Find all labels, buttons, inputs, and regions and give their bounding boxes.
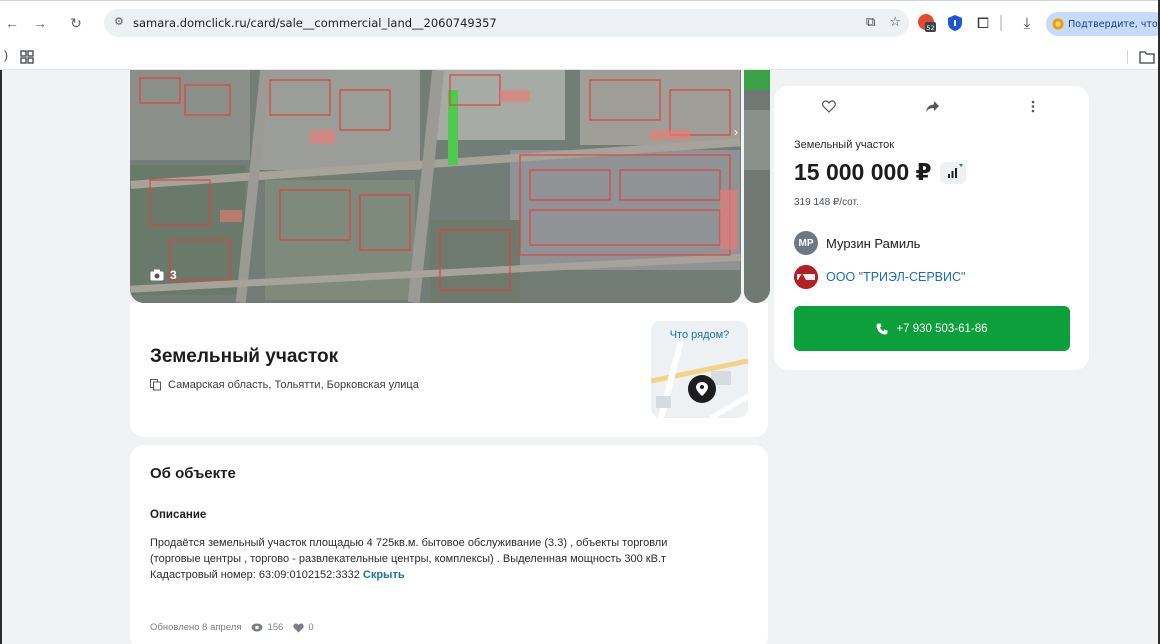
profile-avatar-icon <box>1052 18 1064 30</box>
hide-description-link[interactable]: Скрыть <box>363 569 405 581</box>
listing-stats: Обновлено 8 апреля 156 0 <box>150 622 314 633</box>
nearby-label[interactable]: Что рядом? <box>651 329 748 341</box>
share-icon[interactable] <box>926 101 939 112</box>
profile-confirm-chip[interactable]: Подтвердите, что э <box>1046 12 1160 36</box>
agent-row[interactable]: МР Мурзин Рамиль <box>794 231 920 255</box>
copy-icon[interactable] <box>150 379 162 391</box>
chevron-right-icon[interactable]: › <box>734 125 750 145</box>
browser-toolbar: ← → ↻ ⚙ samara.domclick.ru/card/sale__co… <box>0 0 1160 44</box>
phone-icon <box>876 323 888 334</box>
camera-icon <box>150 269 164 281</box>
nearby-map-button[interactable]: Что рядом? <box>651 321 748 418</box>
confirm-text: Подтвердите, что э <box>1068 18 1160 30</box>
back-icon[interactable]: ← <box>2 13 22 33</box>
bookmarks-bar: ) <box>0 44 1160 70</box>
url-text[interactable]: samara.domclick.ru/card/sale__commercial… <box>133 16 497 30</box>
photo-count: 3 <box>170 268 177 282</box>
address-text: Самарская область, Тольятти, Борковская … <box>168 379 419 391</box>
price-per-unit: 319 148 ₽/сот. <box>794 197 859 208</box>
updated-date: Обновлено 8 апреля <box>150 622 242 633</box>
views-count: 156 <box>267 622 284 633</box>
call-button[interactable]: +7 930 503-61-86 <box>794 306 1070 351</box>
likes-count: 0 <box>308 622 314 633</box>
property-type: Земельный участок <box>794 139 895 151</box>
price-contact-card: Земельный участок 15 000 000 ₽ 319 148 ₽… <box>774 86 1089 370</box>
extension-icon[interactable]: 52 <box>916 12 938 34</box>
price: 15 000 000 ₽ <box>794 159 966 186</box>
satellite-map-photo[interactable] <box>130 70 741 303</box>
toolbar-divider <box>1000 15 1002 31</box>
more-options-icon[interactable] <box>1031 100 1035 113</box>
about-title: Об объекте <box>150 465 236 482</box>
forward-icon[interactable]: → <box>30 13 50 33</box>
company-logo-icon <box>794 265 818 289</box>
reload-icon[interactable]: ↻ <box>66 13 86 33</box>
address: Самарская область, Тольятти, Борковская … <box>150 379 419 391</box>
cadastral-number: Кадастровый номер: 63:09:0102152:3332 <box>150 569 360 581</box>
window-frame-left <box>0 0 2 644</box>
extension-badge: 52 <box>926 24 934 32</box>
agent-name[interactable]: Мурзин Рамиль <box>826 236 920 251</box>
description-text: Продаётся земельный участок площадью 4 7… <box>150 535 750 583</box>
photo-counter: 3 <box>150 268 177 282</box>
description-title: Описание <box>150 509 207 521</box>
phone-number[interactable]: +7 930 503-61-86 <box>896 323 987 335</box>
description-line: Продаётся земельный участок площадью 4 7… <box>150 537 668 549</box>
favorite-heart-icon[interactable] <box>822 100 836 113</box>
cast-icon[interactable]: ⧉ <box>866 14 875 30</box>
avatar: МР <box>794 231 818 255</box>
apps-grid-icon[interactable] <box>20 50 34 64</box>
price-history-button[interactable] <box>939 161 966 184</box>
description-line: (торговые центры , торгово - развлекател… <box>150 553 667 565</box>
company-name[interactable]: ООО "ТРИЭЛ-СЕРВИС" <box>826 270 965 284</box>
next-photo-preview[interactable] <box>744 70 770 303</box>
price-chart-icon <box>947 163 963 178</box>
price-value: 15 000 000 ₽ <box>794 159 932 185</box>
extensions-puzzle-icon[interactable]: ⧠ <box>972 12 994 34</box>
shield-icon[interactable] <box>944 12 966 34</box>
photo-gallery[interactable] <box>130 70 770 303</box>
address-bar[interactable]: ⚙ samara.domclick.ru/card/sale__commerci… <box>104 9 909 37</box>
heart-icon <box>293 623 304 632</box>
left-edge-text: ) <box>4 48 8 62</box>
listing-title-card: Земельный участок Самарская область, Тол… <box>130 303 768 437</box>
eye-icon <box>251 623 263 632</box>
bookmark-divider <box>1127 50 1128 64</box>
site-settings-icon[interactable]: ⚙ <box>114 15 124 28</box>
bookmark-star-icon[interactable]: ☆ <box>889 14 901 30</box>
about-object-card: Об объекте Описание Продаётся земельный … <box>130 445 768 644</box>
download-icon[interactable]: ⤓ <box>1016 12 1038 34</box>
folder-icon[interactable] <box>1139 50 1155 64</box>
company-row[interactable]: ООО "ТРИЭЛ-СЕРВИС" <box>794 265 965 289</box>
listing-title: Земельный участок <box>150 346 339 367</box>
